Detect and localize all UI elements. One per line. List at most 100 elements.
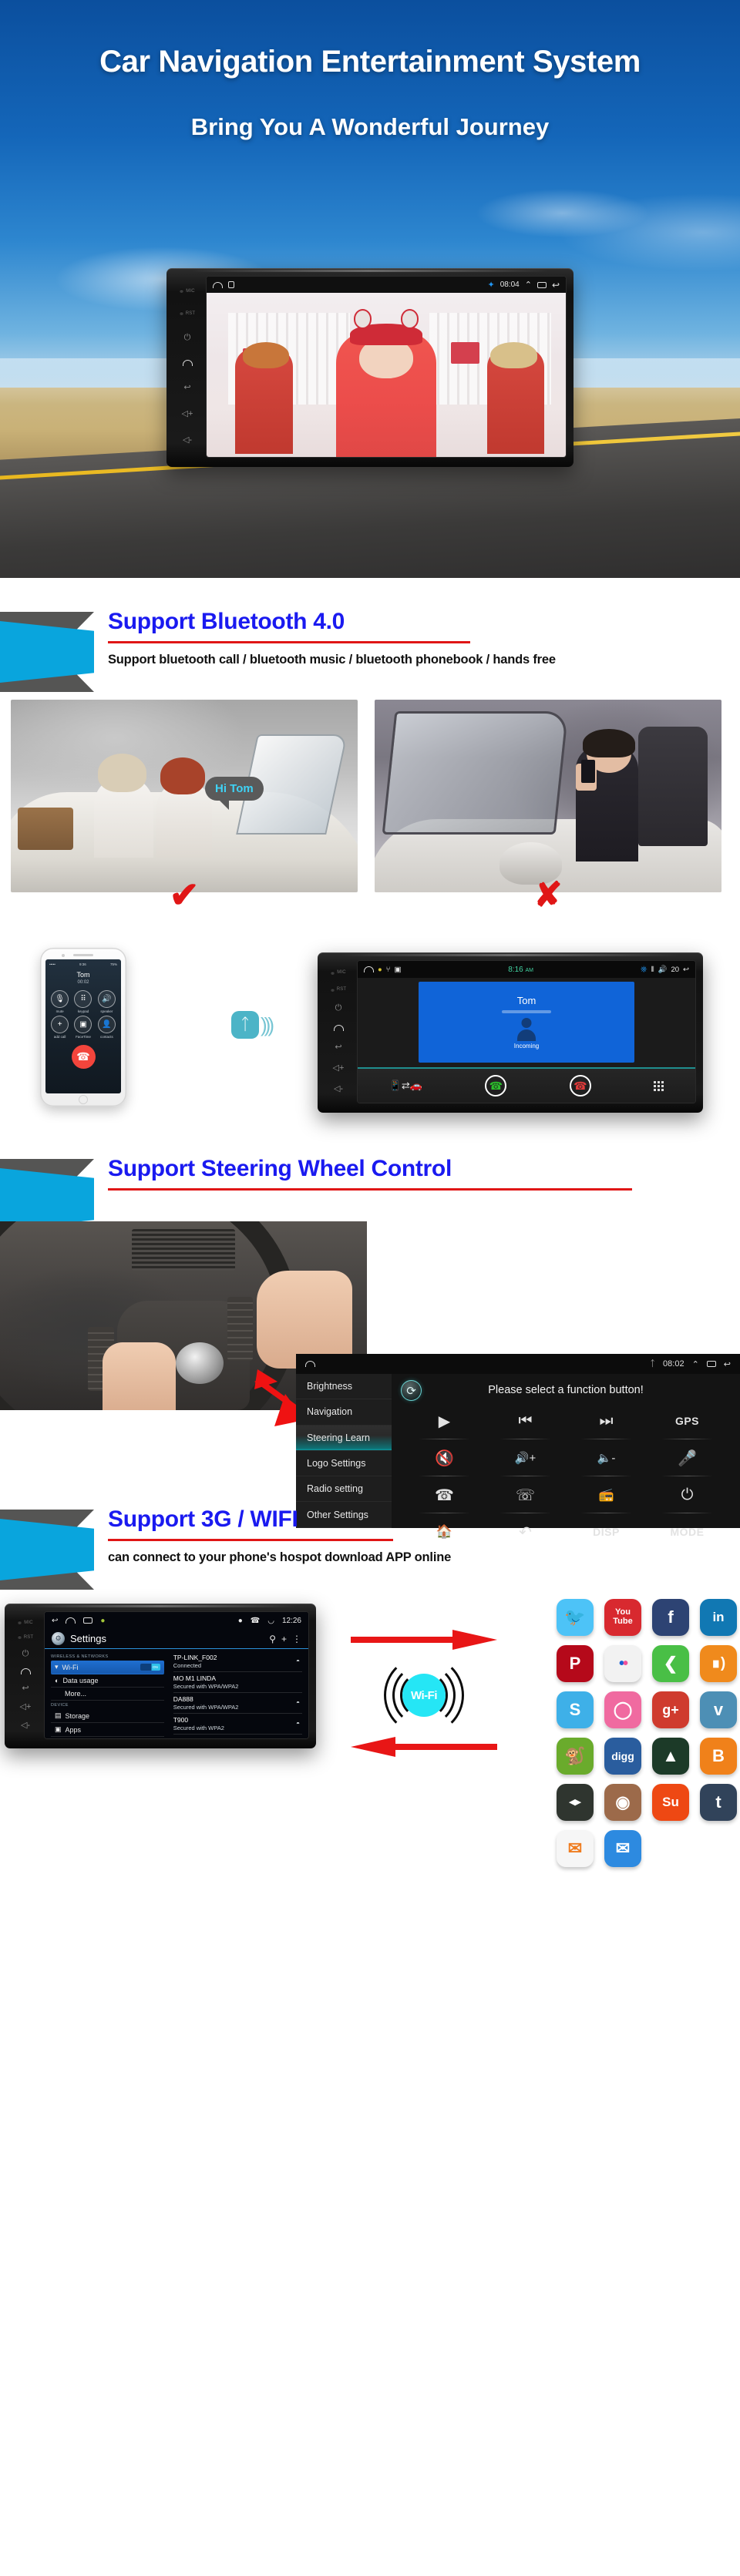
head-unit-screen[interactable]: ↩ ● ● ☎ ◡ 12:26 ⚙ Settings ⚲ + ⋮ WIRELES… — [45, 1612, 308, 1738]
add-call-button[interactable]: + add call — [49, 1016, 70, 1039]
speaker-button[interactable]: 🔊 speaker — [96, 990, 117, 1013]
head-unit-screen[interactable]: ● ⑂ ▣ 8:16 AM ⎈ ⫴ 🔊 20 ↩ Tom Incoming 📱⇄… — [358, 961, 695, 1103]
reset-button[interactable]: RST — [330, 987, 347, 992]
reset-button[interactable]: RST — [17, 1635, 34, 1640]
phone-car-transfer-icon[interactable]: 📱⇄🚗 — [389, 1080, 422, 1092]
home-button[interactable] — [20, 1668, 31, 1674]
linkedin-icon[interactable]: in — [700, 1599, 737, 1636]
function-mute-button[interactable]: 🔇 — [404, 1439, 485, 1476]
sidebar-item-data-usage[interactable]: ◐ Data usage — [51, 1674, 164, 1688]
sidebar-item-steering-learn[interactable]: Steering Learn — [296, 1425, 392, 1451]
home-icon[interactable] — [364, 966, 374, 972]
recents-icon[interactable] — [706, 1361, 716, 1367]
list-item[interactable]: RXSYMX Secured with WPA/WPA2 ◓ — [173, 1735, 302, 1738]
home-button[interactable] — [79, 1095, 88, 1104]
facetime-button[interactable]: ▣ FaceTime — [72, 1016, 93, 1039]
volume-up-button[interactable]: ◁+ — [20, 1703, 32, 1711]
back-button[interactable]: ↩ — [22, 1684, 29, 1693]
keypad-icon[interactable] — [654, 1080, 664, 1091]
function-gps-button[interactable]: GPS — [647, 1402, 728, 1439]
mute-button[interactable]: 🎙 mute — [49, 990, 70, 1013]
keypad-button[interactable]: ⠿ keypad — [72, 990, 93, 1013]
home-button[interactable] — [333, 1025, 344, 1031]
back-icon[interactable]: ↩ — [683, 966, 689, 974]
home-icon[interactable] — [213, 281, 223, 288]
iphone-call-screen[interactable]: ••••• 9:36 75% Tom 00:02 🎙 mute ⠿ keypad… — [45, 959, 121, 1093]
evernote-icon[interactable]: 🐒 — [557, 1738, 594, 1775]
recents-icon[interactable] — [83, 1617, 93, 1624]
flickr-icon[interactable]: •• — [604, 1645, 641, 1682]
refresh-button[interactable]: ⟳ — [401, 1380, 422, 1401]
hangup-call-button[interactable]: ☎ — [569, 1075, 591, 1097]
back-icon[interactable]: ↩ — [52, 1617, 58, 1625]
power-button[interactable]: ⏻ — [184, 333, 191, 342]
home-icon[interactable] — [305, 1361, 315, 1367]
back-icon[interactable]: ↩ — [724, 1359, 731, 1369]
twitter-icon[interactable]: 🐦 — [557, 1599, 594, 1636]
youtube-icon[interactable]: You Tube — [604, 1599, 641, 1636]
sidebar-item-wifi[interactable]: ▾ Wi-Fi ON — [51, 1661, 164, 1674]
sidebar-item-more[interactable]: More... — [51, 1688, 164, 1701]
instagram-icon[interactable]: ◉ — [604, 1784, 641, 1821]
more-icon[interactable]: ⋮ — [292, 1634, 301, 1644]
facebook-icon[interactable]: f — [652, 1599, 689, 1636]
sidebar-item-storage[interactable]: ▤ Storage — [51, 1709, 164, 1723]
home-button[interactable] — [182, 359, 193, 366]
list-item[interactable]: T900 Secured with WPA2 ◓ — [173, 1714, 302, 1735]
volume-down-button[interactable]: ◁- — [183, 436, 192, 445]
skype-icon[interactable]: S — [557, 1691, 594, 1728]
vimeo-icon[interactable]: v — [700, 1691, 737, 1728]
volume-down-button[interactable]: ◁- — [21, 1721, 30, 1730]
sidebar-item-apps[interactable]: ▣ Apps — [51, 1723, 164, 1737]
reset-button[interactable]: RST — [179, 311, 196, 316]
sidebar-item-navigation[interactable]: Navigation — [296, 1399, 392, 1426]
back-icon[interactable]: ↩ — [552, 280, 560, 291]
stumbleupon-icon[interactable]: Su — [652, 1784, 689, 1821]
power-button[interactable]: ⏻ — [335, 1004, 342, 1013]
home-icon[interactable] — [66, 1617, 76, 1624]
function-next-button[interactable]: ⏭ — [566, 1402, 647, 1439]
email-blue-icon[interactable]: ✉ — [604, 1830, 641, 1867]
back-button[interactable]: ↩ — [335, 1043, 341, 1052]
digg-icon[interactable]: digg — [604, 1738, 641, 1775]
add-icon[interactable]: + — [281, 1634, 287, 1644]
video-playback-area[interactable] — [207, 293, 566, 457]
chevron-up-icon[interactable]: ⌃ — [525, 280, 532, 290]
pinterest-icon[interactable]: P — [557, 1645, 594, 1682]
function-microphone-button[interactable]: 🎤 — [647, 1439, 728, 1476]
contacts-button[interactable]: 👤 contacts — [96, 1016, 117, 1039]
email-orange-icon[interactable]: ✉ — [557, 1830, 594, 1867]
share-icon[interactable]: ❮ — [652, 1645, 689, 1682]
forrst-icon[interactable]: ▲ — [652, 1738, 689, 1775]
wifi-toggle[interactable]: ON — [140, 1664, 160, 1671]
volume-down-button[interactable]: ◁- — [334, 1085, 343, 1093]
head-unit-screen[interactable]: ✦ 08:04 ⌃ ↩ — [207, 277, 566, 457]
blogger-icon[interactable]: B — [700, 1738, 737, 1775]
answer-call-button[interactable]: ☎ — [485, 1075, 507, 1097]
volume-up-button[interactable]: ◁+ — [333, 1064, 345, 1073]
rss-icon[interactable]: ∎) — [700, 1645, 737, 1682]
back-button[interactable]: ↩ — [183, 384, 190, 392]
recents-icon[interactable] — [536, 281, 547, 288]
mic-button[interactable]: MIC — [18, 1620, 33, 1625]
dribbble-icon[interactable]: ◯ — [604, 1691, 641, 1728]
list-item[interactable]: DA888 Secured with WPA/WPA2 ◓ — [173, 1693, 302, 1714]
deviantart-icon[interactable]: ◂▸ — [557, 1784, 594, 1821]
googleplus-icon[interactable]: g+ — [652, 1691, 689, 1728]
sidebar-item-logo-settings[interactable]: Logo Settings — [296, 1451, 392, 1477]
list-item[interactable]: MO M1 LINDA Secured with WPA/WPA2 — [173, 1672, 302, 1693]
tumblr-icon[interactable]: t — [700, 1784, 737, 1821]
sidebar-item-brightness[interactable]: Brightness — [296, 1374, 392, 1400]
end-call-button[interactable]: ☎ — [71, 1045, 96, 1069]
mic-button[interactable]: MIC — [180, 289, 195, 294]
volume-up-button[interactable]: ◁+ — [182, 410, 193, 418]
function-play-button[interactable]: ▶ — [404, 1402, 485, 1439]
function-previous-button[interactable]: ⏮ — [485, 1402, 566, 1439]
function-volume-down-button[interactable]: 🔈- — [566, 1439, 647, 1476]
mic-button[interactable]: MIC — [331, 970, 346, 975]
equalizer-icon[interactable]: ⫴ — [651, 966, 654, 974]
search-icon[interactable]: ⚲ — [269, 1634, 276, 1644]
power-button[interactable]: ⏻ — [22, 1649, 29, 1658]
recents-icon[interactable] — [228, 281, 234, 288]
chevron-up-icon[interactable]: ⌃ — [692, 1359, 699, 1369]
